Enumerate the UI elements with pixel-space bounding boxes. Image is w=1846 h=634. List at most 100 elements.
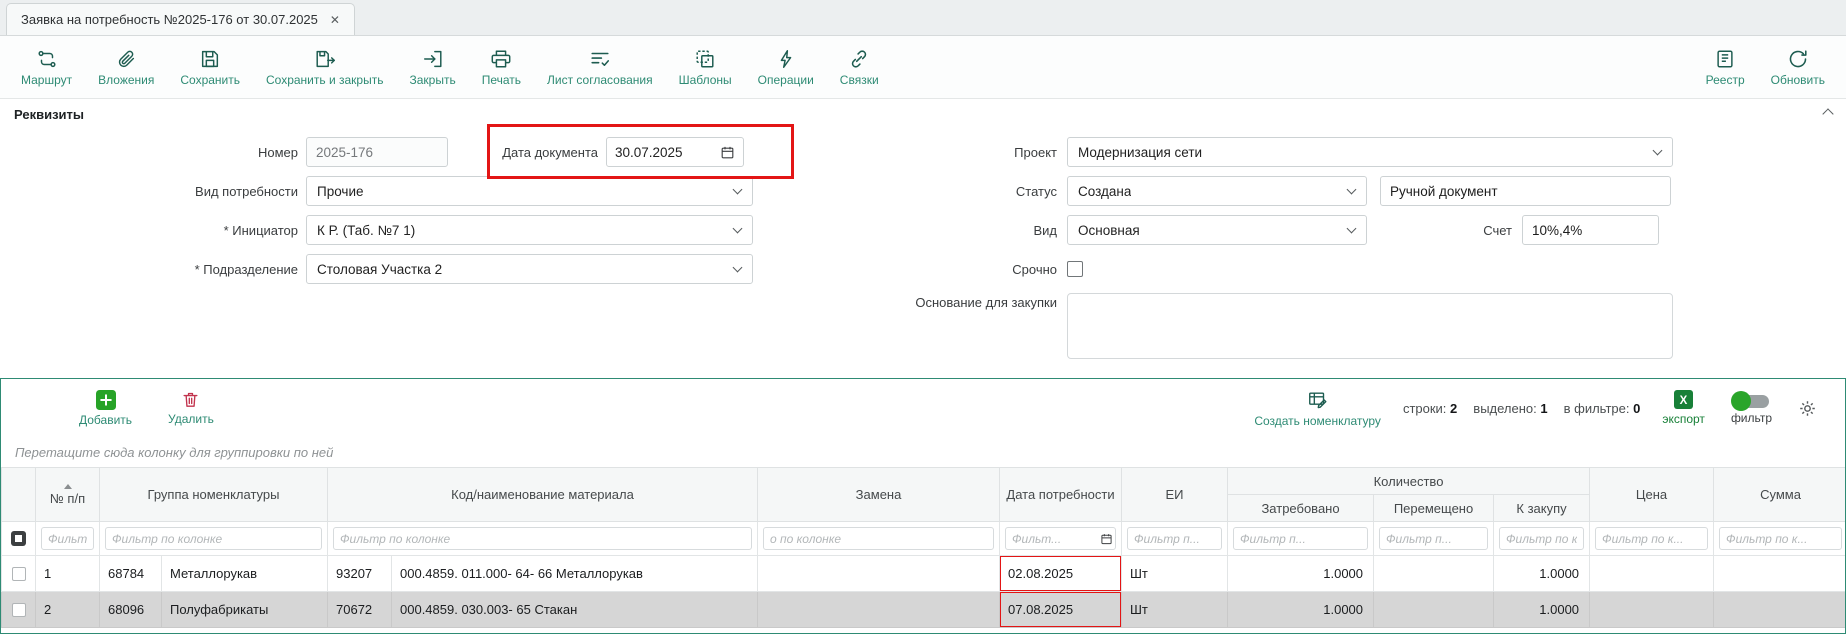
doc-date-field[interactable]: 30.07.2025 xyxy=(606,137,744,167)
filtered-counter-value: 0 xyxy=(1633,401,1640,416)
requisites-form: Номер Дата документа 30.07.2025 Вид потр… xyxy=(0,129,1846,377)
print-button[interactable]: Печать xyxy=(469,36,534,98)
registry-button[interactable]: Реестр xyxy=(1693,36,1758,98)
approval-sheet-button[interactable]: Лист согласования xyxy=(534,36,666,98)
col-header-material[interactable]: Код/наименование материала xyxy=(328,468,758,522)
rows-counter-label: строки: xyxy=(1403,401,1446,416)
table-row[interactable]: 1 68784 Металлорукав 93207 000.4859. 011… xyxy=(2,556,1846,592)
cell-group-code: 68784 xyxy=(100,556,162,592)
filter-cell-replacement xyxy=(758,522,1000,556)
filter-cell-moved xyxy=(1374,522,1494,556)
initiator-select[interactable]: К Р. (Таб. №7 1) xyxy=(306,215,753,245)
row-checkbox[interactable] xyxy=(12,603,26,617)
cell-group-name: Металлорукав xyxy=(162,556,328,592)
filter-input-to-purchase[interactable] xyxy=(1499,527,1584,550)
export-excel-button[interactable]: X экспорт xyxy=(1662,390,1705,426)
kind-row: Вид Основная Счет xyxy=(830,215,1673,245)
refresh-button[interactable]: Обновить xyxy=(1758,36,1838,98)
add-row-label: Добавить xyxy=(79,413,132,427)
cell-price xyxy=(1590,592,1714,628)
save-label: Сохранить xyxy=(180,73,240,87)
filter-input-unit[interactable] xyxy=(1127,527,1222,550)
attachments-button[interactable]: Вложения xyxy=(85,36,167,98)
filter-input-moved[interactable] xyxy=(1379,527,1488,550)
number-field[interactable] xyxy=(306,137,448,167)
filtered-counter-label: в фильтре: xyxy=(1564,401,1630,416)
col-header-group[interactable]: Группа номенклатуры xyxy=(100,468,328,522)
close-button[interactable]: Закрыть xyxy=(396,36,468,98)
col-unit-label: ЕИ xyxy=(1166,487,1184,502)
filter-input-replacement[interactable] xyxy=(763,527,994,550)
filter-input-requested[interactable] xyxy=(1233,527,1368,550)
calendar-icon[interactable] xyxy=(720,145,735,160)
col-header-replacement[interactable]: Замена xyxy=(758,468,1000,522)
chevron-down-icon xyxy=(733,185,743,195)
templates-button[interactable]: Шаблоны xyxy=(666,36,745,98)
cell-material-code: 70672 xyxy=(328,592,392,628)
select-all-mark xyxy=(15,535,22,542)
col-header-total[interactable]: Сумма xyxy=(1714,468,1846,522)
filter-toggle[interactable]: фильтр xyxy=(1731,391,1772,425)
chevron-down-icon xyxy=(733,224,743,234)
col-header-unit[interactable]: ЕИ xyxy=(1122,468,1228,522)
status-select[interactable]: Создана xyxy=(1067,176,1367,206)
filter-input-material[interactable] xyxy=(333,527,752,550)
col-header-need-date[interactable]: Дата потребности xyxy=(1000,468,1122,522)
settings-gear-icon[interactable] xyxy=(1798,399,1817,418)
col-header-num[interactable]: № п/п xyxy=(36,468,100,522)
sort-asc-icon xyxy=(64,484,72,489)
registry-label: Реестр xyxy=(1706,73,1745,87)
rows-counter-value: 2 xyxy=(1450,401,1457,416)
col-replacement-label: Замена xyxy=(856,487,902,502)
row-checkbox[interactable] xyxy=(12,567,26,581)
department-select[interactable]: Столовая Участка 2 xyxy=(306,254,753,284)
col-header-requested[interactable]: Затребовано xyxy=(1228,495,1374,522)
create-nomenclature-button[interactable]: Создать номенклатуру xyxy=(1254,389,1381,428)
document-tab[interactable]: Заявка на потребность №2025-176 от 30.07… xyxy=(6,3,355,35)
delete-row-label: Удалить xyxy=(168,412,214,426)
col-header-price[interactable]: Цена xyxy=(1590,468,1714,522)
save-button[interactable]: Сохранить xyxy=(167,36,253,98)
filter-input-total[interactable] xyxy=(1719,527,1842,550)
initiator-row: * Инициатор К Р. (Таб. №7 1) xyxy=(0,215,753,245)
need-type-row: Вид потребности Прочие xyxy=(0,176,753,206)
route-button[interactable]: Маршрут xyxy=(8,36,85,98)
account-field[interactable] xyxy=(1522,215,1659,245)
operations-label: Операции xyxy=(758,73,814,87)
select-all-checkbox[interactable] xyxy=(11,531,26,546)
kind-select[interactable]: Основная xyxy=(1067,215,1367,245)
filter-input-group[interactable] xyxy=(105,527,322,550)
create-nomenclature-icon xyxy=(1307,389,1329,411)
project-select[interactable]: Модернизация сети xyxy=(1067,137,1673,167)
header-row: № п/п Группа номенклатуры Код/наименован… xyxy=(2,468,1846,495)
chevron-down-icon xyxy=(1347,185,1357,195)
calendar-icon[interactable] xyxy=(1100,532,1113,545)
urgent-row: Срочно xyxy=(830,254,1673,284)
operations-button[interactable]: Операции xyxy=(745,36,827,98)
delete-row-button[interactable]: Удалить xyxy=(168,390,214,426)
col-header-moved[interactable]: Перемещено xyxy=(1374,495,1494,522)
links-button[interactable]: Связки xyxy=(827,36,892,98)
col-need-date-label: Дата потребности xyxy=(1006,487,1114,502)
col-to-purchase-label: К закупу xyxy=(1516,501,1566,516)
save-and-close-label: Сохранить и закрыть xyxy=(266,73,383,87)
number-row: Номер Дата документа 30.07.2025 xyxy=(0,137,753,167)
table-row-selected[interactable]: 2 68096 Полуфабрикаты 70672 000.4859. 03… xyxy=(2,592,1846,628)
add-row-button[interactable]: Добавить xyxy=(79,390,132,427)
tab-close-icon[interactable]: ✕ xyxy=(330,13,340,27)
col-header-select[interactable] xyxy=(2,468,36,522)
urgent-checkbox[interactable] xyxy=(1067,261,1083,277)
printer-icon xyxy=(490,48,512,70)
filter-input-num[interactable] xyxy=(41,527,94,550)
chevron-down-icon xyxy=(1653,146,1663,156)
filter-input-price[interactable] xyxy=(1595,527,1708,550)
col-header-to-purchase[interactable]: К закупу xyxy=(1494,495,1590,522)
collapse-section-icon[interactable] xyxy=(1822,108,1833,119)
save-and-close-button[interactable]: Сохранить и закрыть xyxy=(253,36,396,98)
need-type-select[interactable]: Прочие xyxy=(306,176,753,206)
manual-document-field[interactable] xyxy=(1380,176,1671,206)
group-by-drop-zone[interactable]: Перетащите сюда колонку для группировки … xyxy=(1,437,1845,467)
tab-title: Заявка на потребность №2025-176 от 30.07… xyxy=(21,12,318,27)
approval-sheet-label: Лист согласования xyxy=(547,73,653,87)
basis-textarea[interactable] xyxy=(1067,293,1673,359)
